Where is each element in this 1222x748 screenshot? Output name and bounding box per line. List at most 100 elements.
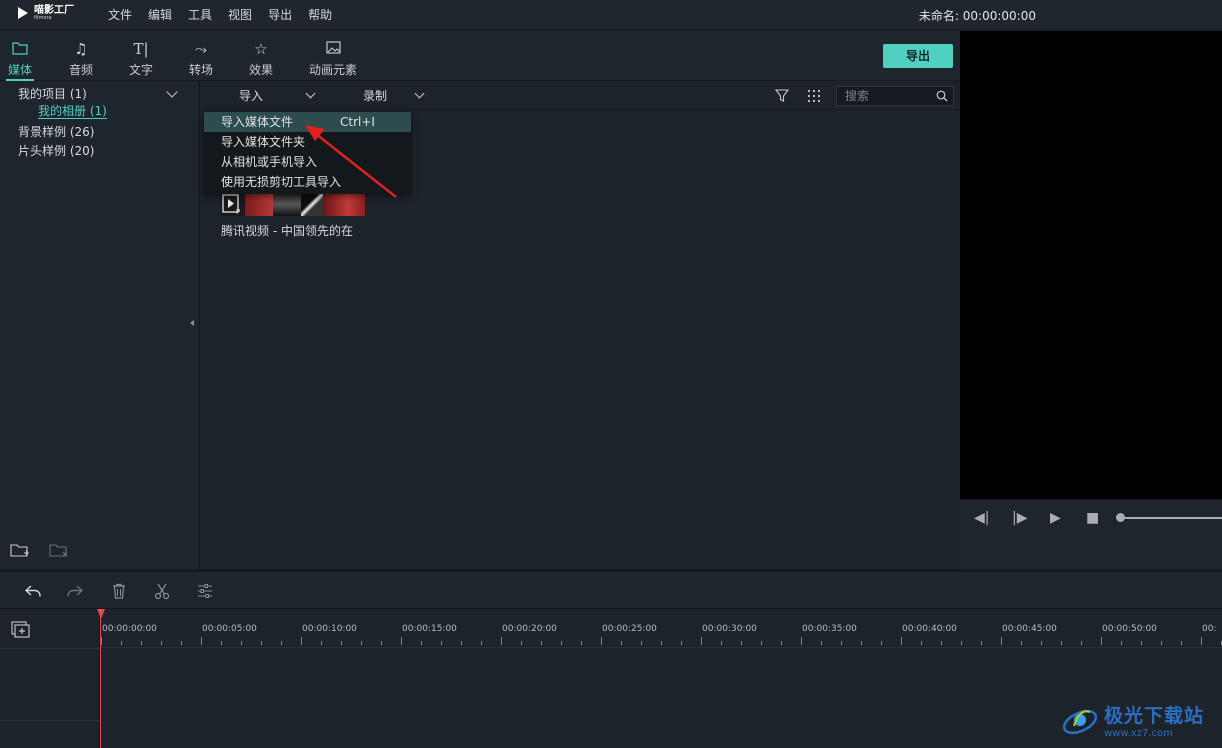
import-menu: 导入媒体文件 Ctrl+I 导入媒体文件夹 从相机或手机导入 使用无损剪切工具导…: [204, 112, 411, 194]
chevron-down-icon[interactable]: [166, 86, 178, 98]
tab-media[interactable]: 媒体: [5, 31, 35, 81]
step-forward-icon[interactable]: |▶: [1012, 510, 1027, 526]
svg-text:P: P: [236, 208, 240, 215]
tab-label: 动画元素: [309, 63, 358, 77]
menu-tools[interactable]: 工具: [180, 0, 220, 30]
tree-background-samples[interactable]: 背景样例 (26): [18, 123, 94, 140]
delete-icon[interactable]: [110, 582, 128, 600]
watermark-title: 极光下载站: [1104, 705, 1205, 727]
chevron-down-icon[interactable]: [305, 88, 316, 99]
timecode-label: 00:: [1202, 624, 1217, 634]
menu-view[interactable]: 视图: [220, 0, 260, 30]
filter-icon[interactable]: [774, 89, 790, 106]
track-header-panel: [0, 610, 100, 748]
ruler-minor-tick: [761, 641, 762, 645]
chevron-down-icon[interactable]: [414, 88, 425, 99]
logo-play-icon: [18, 5, 30, 21]
ruler-minor-tick: [921, 641, 922, 645]
ruler-major-tick: [1101, 637, 1102, 645]
tree-intro-samples[interactable]: 片头样例 (20): [18, 142, 94, 159]
tab-effects[interactable]: ☆ 效果: [249, 31, 273, 81]
menu-export[interactable]: 导出: [260, 0, 300, 30]
record-dropdown[interactable]: 录制: [363, 82, 387, 110]
ruler-minor-tick: [241, 641, 242, 645]
tab-label: 文字: [129, 63, 154, 77]
ruler-minor-tick: [821, 641, 822, 645]
ruler-minor-tick: [661, 641, 662, 645]
tab-label: 转场: [189, 63, 214, 77]
ruler-minor-tick: [721, 641, 722, 645]
image-icon: [325, 41, 341, 57]
transition-icon: ⤳: [195, 40, 208, 58]
menu-help[interactable]: 帮助: [300, 0, 340, 30]
ruler-minor-tick: [1061, 641, 1062, 645]
media-item-label: 腾讯视频 - 中国领先的在: [221, 224, 353, 238]
ruler-minor-tick: [641, 641, 642, 645]
tree-my-album[interactable]: 我的相册 (1): [38, 104, 107, 119]
media-toolbar: 导入 录制: [201, 82, 959, 110]
ruler-major-tick: [801, 637, 802, 645]
folder-icon: [12, 41, 28, 57]
timecode-label: 00:00:40:00: [902, 624, 957, 634]
preview-scrub-track[interactable]: [1120, 517, 1222, 519]
playhead-handle[interactable]: [97, 609, 105, 619]
timecode-label: 00:00:20:00: [502, 624, 557, 634]
menu-item-shortcut: Ctrl+I: [340, 115, 375, 129]
delete-folder-button[interactable]: [49, 542, 69, 558]
tab-label: 音频: [69, 63, 94, 77]
menu-item-label: 导入媒体文件: [221, 115, 294, 129]
menu-item-import-from-camera[interactable]: 从相机或手机导入: [204, 152, 411, 172]
ruler-minor-tick: [981, 641, 982, 645]
ruler-major-tick: [401, 637, 402, 645]
ruler-minor-tick: [381, 641, 382, 645]
search-input[interactable]: [837, 87, 929, 105]
adjust-icon[interactable]: [196, 582, 214, 600]
search-box: [836, 86, 954, 106]
tree-my-project[interactable]: 我的项目 (1): [18, 85, 87, 102]
ruler-minor-tick: [221, 641, 222, 645]
music-note-icon: ♫: [74, 40, 88, 58]
ruler-minor-tick: [1041, 641, 1042, 645]
ruler-minor-tick: [281, 641, 282, 645]
add-track-icon[interactable]: [11, 621, 31, 642]
ruler-minor-tick: [441, 641, 442, 645]
menu-edit[interactable]: 编辑: [140, 0, 180, 30]
step-back-icon[interactable]: ◀|: [974, 510, 989, 526]
playhead[interactable]: [100, 610, 101, 748]
tab-text[interactable]: T| 文字: [129, 31, 153, 81]
ruler-major-tick: [301, 637, 302, 645]
preview-controls: ◀| |▶ ▶ ■: [960, 499, 1222, 569]
logo-name: 喵影工厂: [34, 4, 74, 16]
media-folder-panel: 我的项目 (1) 我的相册 (1) 背景样例 (26) 片头样例 (20): [0, 82, 200, 569]
import-dropdown[interactable]: 导入: [239, 82, 263, 110]
stop-icon[interactable]: ■: [1086, 510, 1099, 526]
preview-scrub-handle[interactable]: [1116, 513, 1125, 522]
ruler-major-tick: [701, 637, 702, 645]
menu-item-import-media-folder[interactable]: 导入媒体文件夹: [204, 132, 411, 152]
search-icon[interactable]: [936, 90, 948, 102]
ruler-minor-tick: [621, 641, 622, 645]
export-button[interactable]: 导出: [883, 44, 953, 68]
play-icon[interactable]: ▶: [1050, 510, 1061, 526]
tab-audio[interactable]: ♫ 音频: [69, 31, 93, 81]
ruler-minor-tick: [961, 641, 962, 645]
menu-item-import-media-files[interactable]: 导入媒体文件 Ctrl+I: [204, 112, 411, 132]
ruler-major-tick: [1001, 637, 1002, 645]
menu-item-import-lossless-cut[interactable]: 使用无损剪切工具导入: [204, 172, 411, 192]
ruler-minor-tick: [841, 641, 842, 645]
ruler-minor-tick: [1081, 641, 1082, 645]
grid-view-icon[interactable]: [807, 89, 821, 106]
redo-icon[interactable]: [66, 582, 84, 600]
new-folder-button[interactable]: [10, 542, 30, 558]
ruler-minor-tick: [421, 641, 422, 645]
menu-file[interactable]: 文件: [100, 0, 140, 30]
tab-transition[interactable]: ⤳ 转场: [189, 31, 213, 81]
tab-elements[interactable]: 动画元素: [309, 31, 357, 81]
effects-star-icon: ☆: [254, 40, 268, 58]
timeline-ruler[interactable]: 00:00:00:00 00:00:05:00 00:00:10:00 00:00:1…: [101, 610, 1222, 648]
collapse-panel-icon[interactable]: [190, 320, 194, 326]
media-thumbnail[interactable]: P: [221, 193, 365, 216]
timecode-label: 00:00:30:00: [702, 624, 757, 634]
cut-icon[interactable]: [153, 582, 171, 600]
undo-icon[interactable]: [24, 582, 42, 600]
